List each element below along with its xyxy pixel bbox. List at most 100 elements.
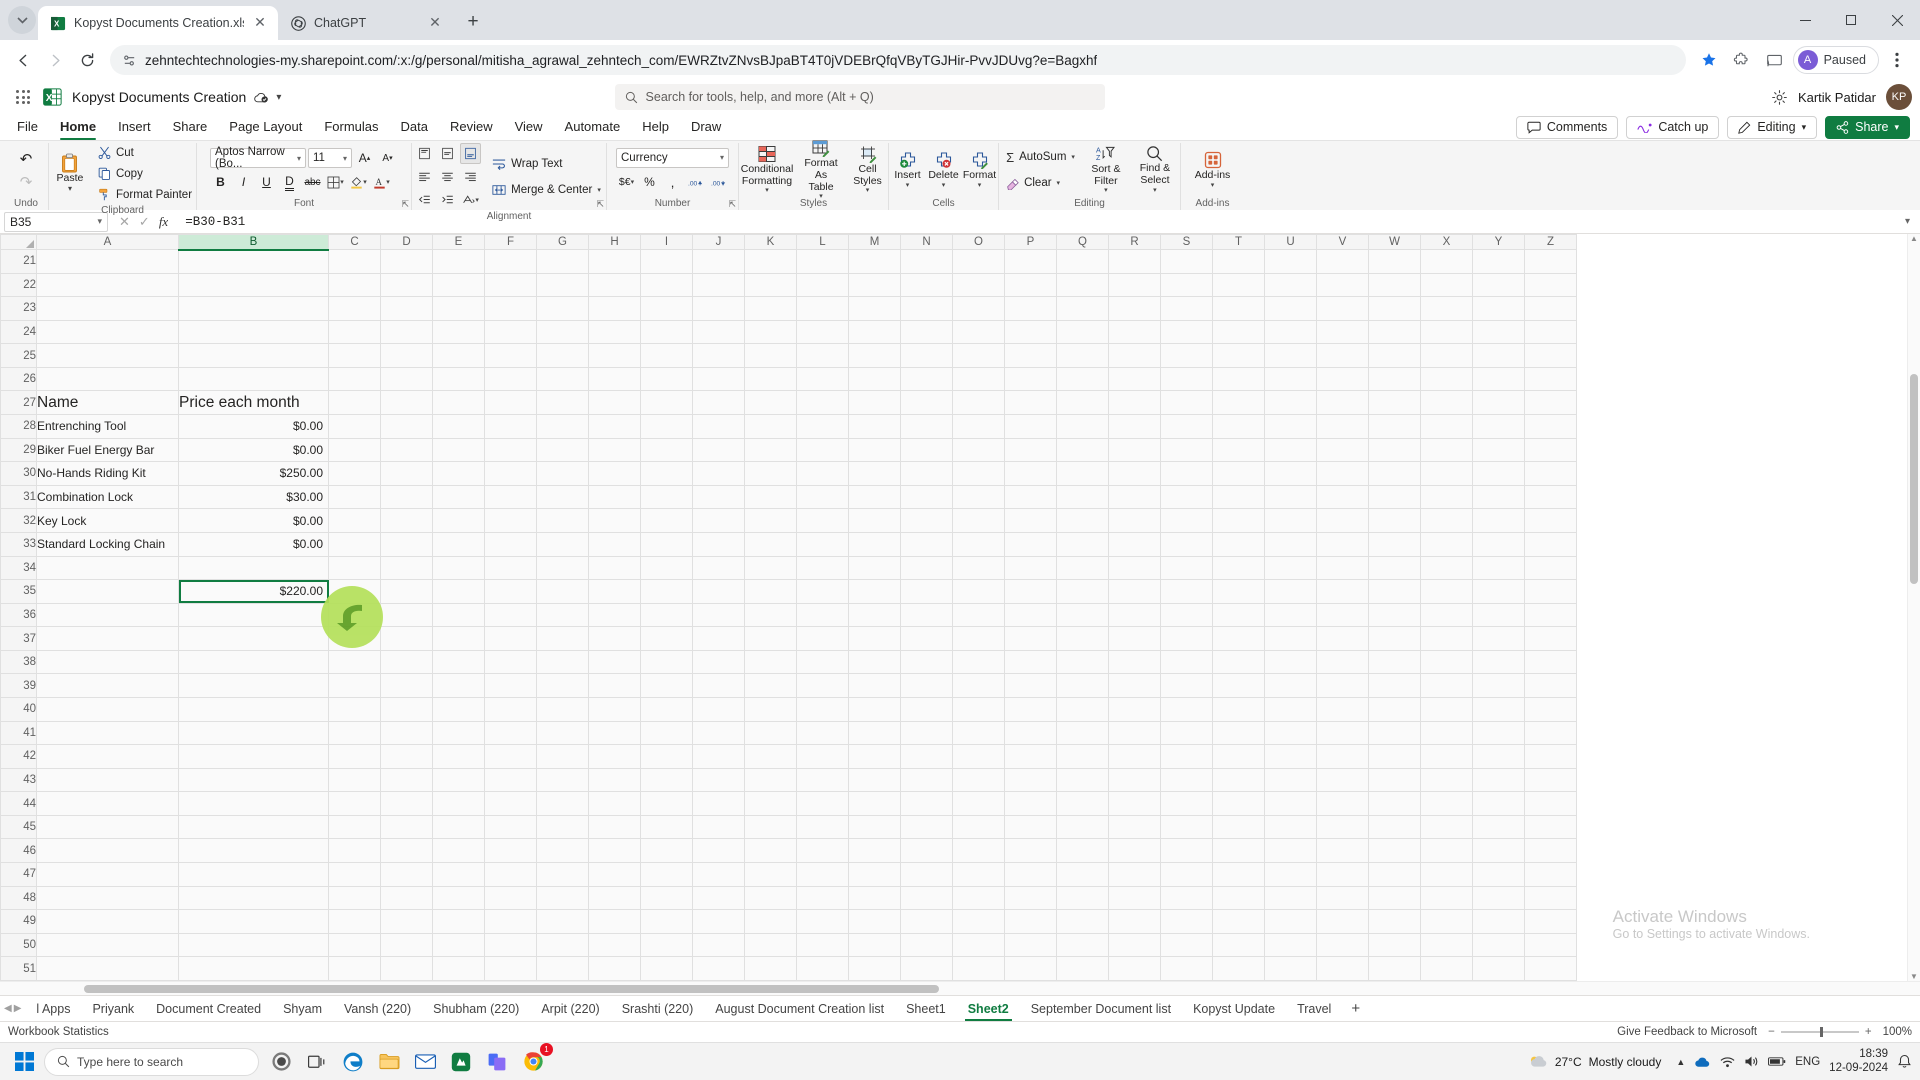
cell-Z41[interactable] <box>1524 720 1577 746</box>
cell-V29[interactable] <box>1316 437 1369 463</box>
cell-I23[interactable] <box>640 296 693 321</box>
cell-P49[interactable] <box>1004 909 1057 934</box>
cell-X28[interactable] <box>1420 414 1473 439</box>
column-header-q[interactable]: Q <box>1056 234 1109 250</box>
cell-W48[interactable] <box>1368 885 1421 911</box>
cell-Q49[interactable] <box>1056 909 1109 934</box>
cell-P34[interactable] <box>1004 555 1057 581</box>
cell-L40[interactable] <box>796 696 849 722</box>
cell-C33[interactable] <box>328 531 381 557</box>
cell-N25[interactable] <box>900 343 953 368</box>
cell-P21[interactable] <box>1004 249 1057 274</box>
extension-puzzle-icon[interactable] <box>1727 45 1757 75</box>
column-header-k[interactable]: K <box>744 234 797 250</box>
cell-K50[interactable] <box>744 932 797 958</box>
cell-G37[interactable] <box>536 626 589 651</box>
cell-J27[interactable] <box>692 390 745 416</box>
cell-G21[interactable] <box>536 249 589 274</box>
cell-D39[interactable] <box>380 673 433 698</box>
cell-H22[interactable] <box>588 272 641 298</box>
cell-I46[interactable] <box>640 838 693 864</box>
cell-Y43[interactable] <box>1472 767 1525 793</box>
cell-J35[interactable] <box>692 579 745 604</box>
italic-button[interactable]: I <box>233 172 254 193</box>
cell-W51[interactable] <box>1368 956 1421 981</box>
cell-Q21[interactable] <box>1056 249 1109 274</box>
cell-E46[interactable] <box>432 838 485 864</box>
cell-O21[interactable] <box>952 249 1005 274</box>
taskbar-search[interactable]: Type here to search <box>44 1047 259 1076</box>
cell-U33[interactable] <box>1264 531 1317 557</box>
cell-C35[interactable] <box>328 579 381 604</box>
expand-formula-bar-icon[interactable]: ▾ <box>1899 216 1916 227</box>
column-header-u[interactable]: U <box>1264 234 1317 250</box>
cell-Q34[interactable] <box>1056 555 1109 581</box>
cell-V38[interactable] <box>1316 649 1369 675</box>
cell-G32[interactable] <box>536 508 589 533</box>
cell-X51[interactable] <box>1420 956 1473 981</box>
cell-A28[interactable]: Entrenching Tool <box>36 414 179 439</box>
cell-X47[interactable] <box>1420 862 1473 887</box>
cell-F45[interactable] <box>484 814 537 840</box>
cell-Y51[interactable] <box>1472 956 1525 981</box>
cell-C36[interactable] <box>328 602 381 628</box>
column-header-s[interactable]: S <box>1160 234 1213 250</box>
cell-X21[interactable] <box>1420 249 1473 274</box>
cell-D46[interactable] <box>380 838 433 864</box>
cell-C27[interactable] <box>328 390 381 416</box>
row-header-51[interactable]: 51 <box>0 956 37 981</box>
cell-B37[interactable] <box>178 626 329 651</box>
feedback-link[interactable]: Give Feedback to Microsoft <box>1617 1026 1757 1038</box>
cell-C21[interactable] <box>328 249 381 274</box>
align-top-icon[interactable] <box>414 143 435 164</box>
cell-J24[interactable] <box>692 319 745 345</box>
autosave-cloud-icon[interactable] <box>254 91 269 104</box>
cell-Z29[interactable] <box>1524 437 1577 463</box>
cell-U45[interactable] <box>1264 814 1317 840</box>
close-window-icon[interactable] <box>1874 2 1920 38</box>
notifications-icon[interactable] <box>1897 1054 1912 1069</box>
cell-J47[interactable] <box>692 862 745 887</box>
cell-H35[interactable] <box>588 579 641 604</box>
cell-U34[interactable] <box>1264 555 1317 581</box>
row-header-33[interactable]: 33 <box>0 531 37 557</box>
addins-button[interactable]: Add-ins ▾ <box>1189 147 1237 193</box>
cell-U30[interactable] <box>1264 461 1317 486</box>
cell-K21[interactable] <box>744 249 797 274</box>
cell-O23[interactable] <box>952 296 1005 321</box>
cell-M27[interactable] <box>848 390 901 416</box>
cell-K27[interactable] <box>744 390 797 416</box>
cell-C51[interactable] <box>328 956 381 981</box>
ribbon-tab-insert[interactable]: Insert <box>107 114 162 140</box>
cell-Q36[interactable] <box>1056 602 1109 628</box>
cell-C45[interactable] <box>328 814 381 840</box>
cell-U24[interactable] <box>1264 319 1317 345</box>
cell-V22[interactable] <box>1316 272 1369 298</box>
scroll-down-arrow-icon[interactable]: ▼ <box>1910 972 1918 981</box>
cell-R22[interactable] <box>1108 272 1161 298</box>
cell-M42[interactable] <box>848 744 901 769</box>
cell-B34[interactable] <box>178 555 329 581</box>
chrome-menu-icon[interactable] <box>1882 45 1912 75</box>
cell-F50[interactable] <box>484 932 537 958</box>
cell-E32[interactable] <box>432 508 485 533</box>
cell-S42[interactable] <box>1160 744 1213 769</box>
row-header-34[interactable]: 34 <box>0 555 37 581</box>
text-orientation-icon[interactable]: ▾ <box>460 189 481 210</box>
cell-O42[interactable] <box>952 744 1005 769</box>
cell-U43[interactable] <box>1264 767 1317 793</box>
cell-S39[interactable] <box>1160 673 1213 698</box>
row-header-28[interactable]: 28 <box>0 414 37 439</box>
cell-T50[interactable] <box>1212 932 1265 958</box>
cell-D35[interactable] <box>380 579 433 604</box>
insert-function-button[interactable]: fx <box>159 214 168 230</box>
cell-F43[interactable] <box>484 767 537 793</box>
cell-L43[interactable] <box>796 767 849 793</box>
cell-K36[interactable] <box>744 602 797 628</box>
cell-I44[interactable] <box>640 791 693 816</box>
cell-X41[interactable] <box>1420 720 1473 746</box>
cell-Y41[interactable] <box>1472 720 1525 746</box>
shrink-font-button[interactable]: A ▾ <box>377 148 398 169</box>
column-header-b[interactable]: B <box>178 234 329 251</box>
cell-J46[interactable] <box>692 838 745 864</box>
